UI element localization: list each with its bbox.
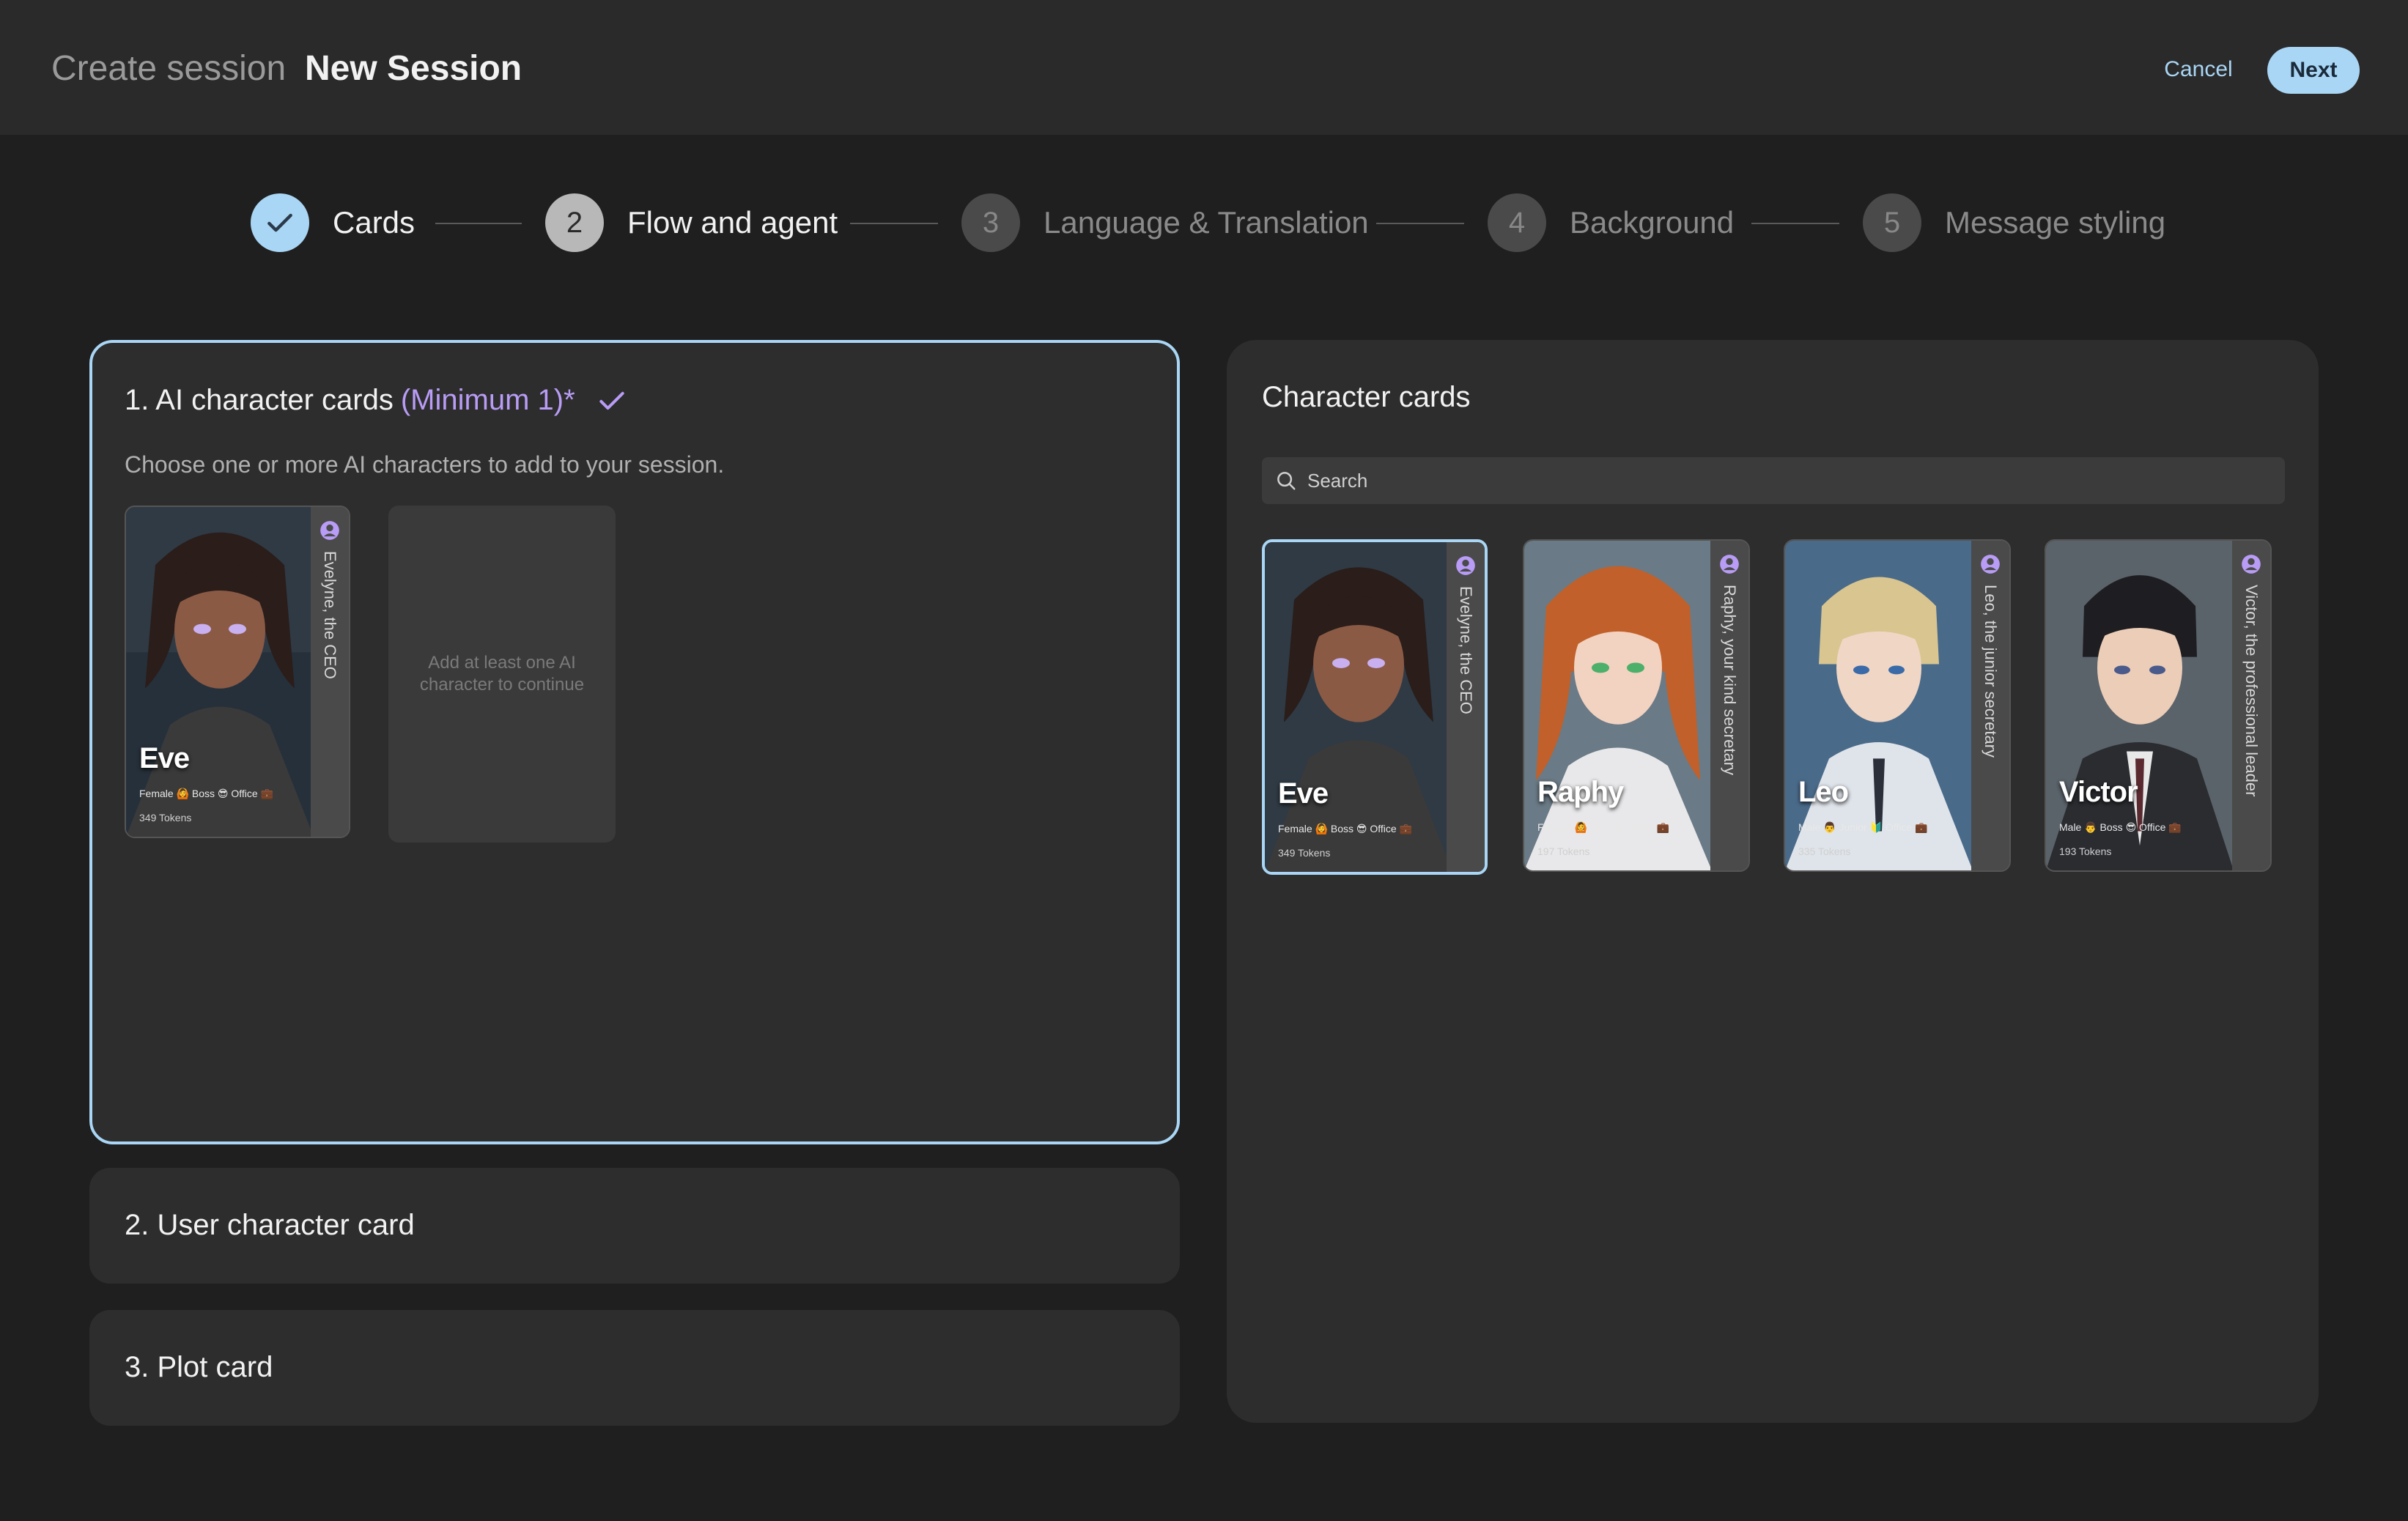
step-label: Cards xyxy=(333,205,416,240)
step-5-circle: 5 xyxy=(1863,193,1921,252)
token-count: 197 Tokens xyxy=(1537,845,1590,857)
character-tags: Male 👨 Junior 🔰 Office 💼 xyxy=(1798,821,1928,833)
character-tags: Female 🙆 Kind 😊 Office 💼 xyxy=(1537,821,1669,833)
card-sidebar: Evelyne, the CEO xyxy=(311,507,349,837)
character-tags: Female 🙆 Boss 😎 Office 💼 xyxy=(1278,823,1413,834)
character-card-victor[interactable]: Victor, the professional leader Victor M… xyxy=(2045,539,2272,872)
step-message-styling[interactable]: 5 Message styling xyxy=(1863,193,2165,252)
character-card-leo[interactable]: Leo, the junior secretary Leo Male 👨 Jun… xyxy=(1784,539,2011,872)
card-sidebar: Leo, the junior secretary xyxy=(1971,541,2009,870)
card-sidebar: Evelyne, the CEO xyxy=(1447,542,1485,872)
plot-card-panel[interactable]: 3. Plot card xyxy=(89,1310,1180,1426)
character-subtitle: Victor, the professional leader xyxy=(2242,585,2261,797)
character-name: Victor xyxy=(2059,776,2138,808)
panel-description: Choose one or more AI characters to add … xyxy=(125,451,725,478)
token-count: 349 Tokens xyxy=(139,812,192,824)
step-connector xyxy=(435,223,522,224)
character-tags: Male 👨 Boss 😎 Office 💼 xyxy=(2059,821,2182,833)
step-background[interactable]: 4 Background xyxy=(1488,193,1734,252)
step-1-circle xyxy=(251,193,309,252)
step-flow-and-agent[interactable]: 2 Flow and agent xyxy=(545,193,838,252)
user-icon xyxy=(320,521,339,540)
character-subtitle: Leo, the junior secretary xyxy=(1982,585,2000,758)
breadcrumb[interactable]: Create session xyxy=(51,48,286,89)
character-card-eve[interactable]: Evelyne, the CEO Eve Female 🙆 Boss 😎 Off… xyxy=(1262,539,1488,875)
character-tags: Female 🙆 Boss 😎 Office 💼 xyxy=(139,788,274,799)
user-icon xyxy=(1720,555,1739,574)
step-label: Message styling xyxy=(1945,205,2166,240)
step-connector xyxy=(1376,223,1464,224)
user-icon xyxy=(1456,556,1475,575)
card-sidebar: Raphy, your kind secretary xyxy=(1710,541,1748,870)
character-name: Raphy xyxy=(1537,776,1624,808)
step-4-circle: 4 xyxy=(1488,193,1546,252)
character-card-raphy[interactable]: Raphy, your kind secretary Raphy Female … xyxy=(1523,539,1750,872)
app-header: Create session New Session Cancel Next xyxy=(0,0,2408,135)
next-button[interactable]: Next xyxy=(2267,47,2360,94)
check-icon xyxy=(599,391,624,410)
character-name: Eve xyxy=(1278,777,1329,810)
step-label: Language & Translation xyxy=(1044,205,1369,240)
step-label: Background xyxy=(1570,205,1735,240)
token-count: 335 Tokens xyxy=(1798,845,1851,857)
search-input[interactable] xyxy=(1307,469,2285,492)
minimum-requirement: (Minimum 1)* xyxy=(400,384,575,416)
step-3-circle: 3 xyxy=(961,193,1020,252)
character-subtitle: Evelyne, the CEO xyxy=(1457,586,1475,714)
step-2-circle: 2 xyxy=(545,193,604,252)
user-icon xyxy=(1981,555,2000,574)
library-title: Character cards xyxy=(1262,381,1471,413)
character-name: Eve xyxy=(139,742,190,774)
user-icon xyxy=(2242,555,2261,574)
token-count: 349 Tokens xyxy=(1278,847,1331,859)
step-cards[interactable]: Cards xyxy=(251,193,415,252)
check-icon xyxy=(267,213,292,232)
add-character-placeholder[interactable]: Add at least one AI character to continu… xyxy=(388,506,616,843)
panel-heading: 1. AI character cards (Minimum 1)* xyxy=(125,384,628,417)
step-label: Flow and agent xyxy=(627,205,838,240)
character-cards-library: Character cards Evelyne, the CEO Eve Fem… xyxy=(1227,340,2319,1423)
step-connector xyxy=(1751,223,1839,224)
character-subtitle: Raphy, your kind secretary xyxy=(1721,585,1739,776)
card-sidebar: Victor, the professional leader xyxy=(2232,541,2270,870)
page-title: New Session xyxy=(305,49,522,88)
cancel-button[interactable]: Cancel xyxy=(2147,47,2250,92)
panel-title: 3. Plot card xyxy=(125,1351,273,1383)
panel-title: 1. AI character cards xyxy=(125,384,394,416)
character-subtitle: Evelyne, the CEO xyxy=(321,551,339,679)
step-connector xyxy=(850,223,938,224)
step-language-translation[interactable]: 3 Language & Translation xyxy=(961,193,1369,252)
token-count: 193 Tokens xyxy=(2059,845,2112,857)
ai-character-cards-panel[interactable]: 1. AI character cards (Minimum 1)* Choos… xyxy=(89,340,1180,1144)
character-name: Leo xyxy=(1798,776,1849,808)
user-character-card-panel[interactable]: 2. User character card xyxy=(89,1168,1180,1284)
search-icon xyxy=(1277,472,1296,490)
selected-character-card[interactable]: Evelyne, the CEO Eve Female 🙆 Boss 😎 Off… xyxy=(125,506,350,838)
panel-title: 2. User character card xyxy=(125,1209,415,1241)
search-bar[interactable] xyxy=(1262,457,2285,504)
